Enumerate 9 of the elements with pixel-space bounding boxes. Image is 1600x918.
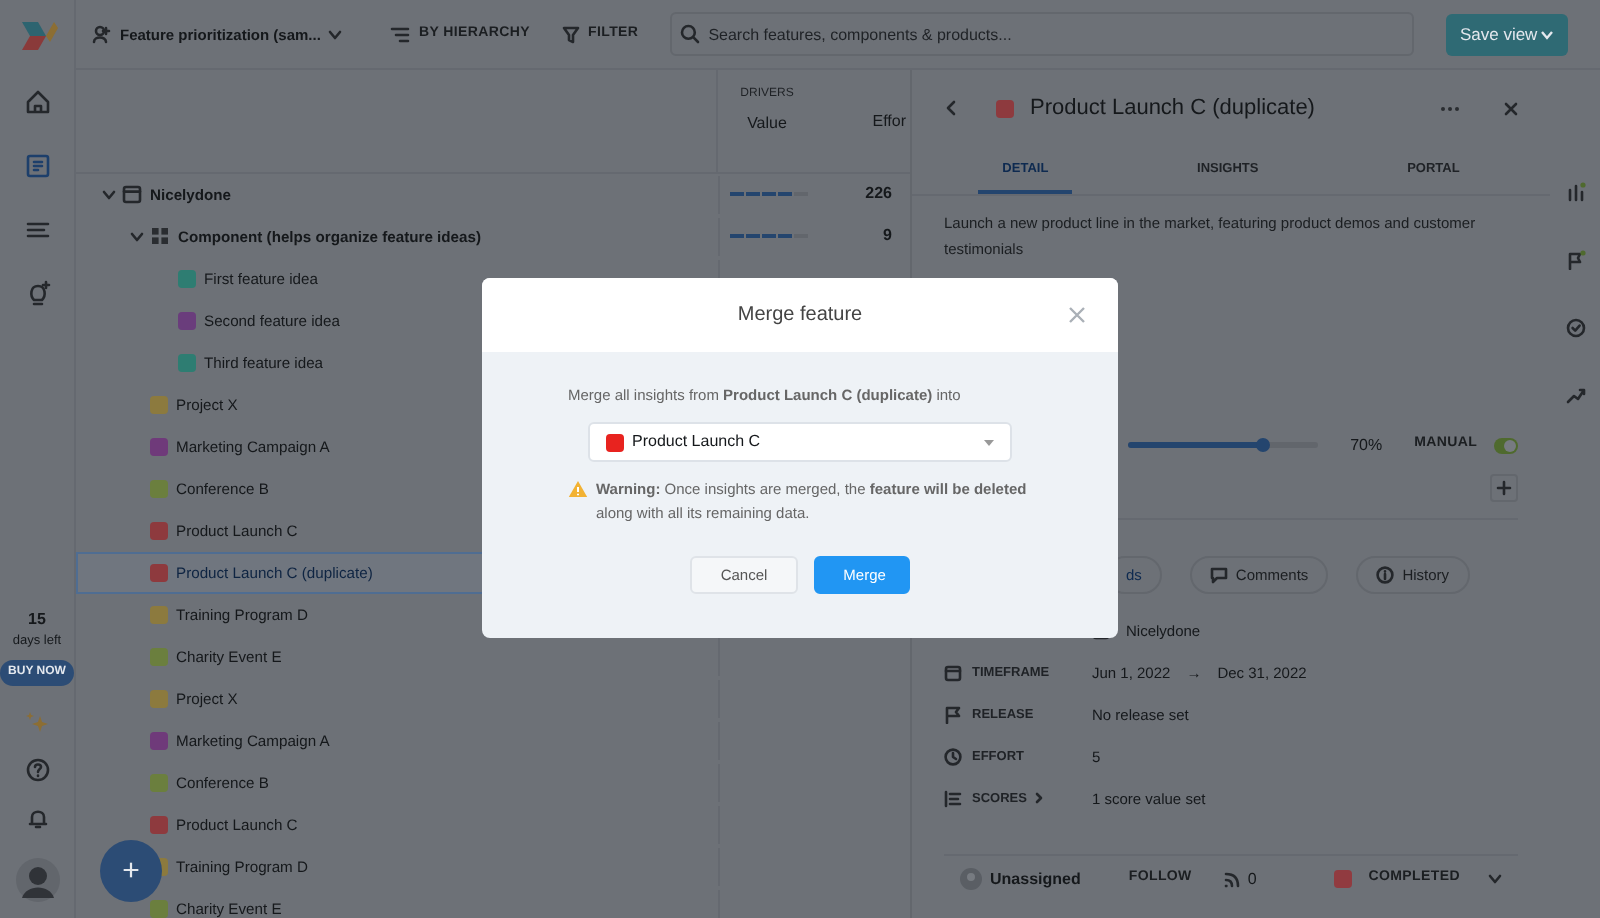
column-header: Effor	[872, 110, 906, 135]
column-header: Value	[747, 112, 787, 137]
trial-days-count: 15	[28, 608, 46, 633]
effort-value: 226	[865, 182, 892, 207]
follower-count: 0	[1247, 867, 1257, 891]
modal-title: Merge feature	[737, 302, 863, 330]
feature-title: Product Launch C (duplicate)	[1030, 94, 1315, 125]
progress-reading: 70%	[1350, 433, 1383, 458]
effort-value: 9	[883, 224, 892, 249]
